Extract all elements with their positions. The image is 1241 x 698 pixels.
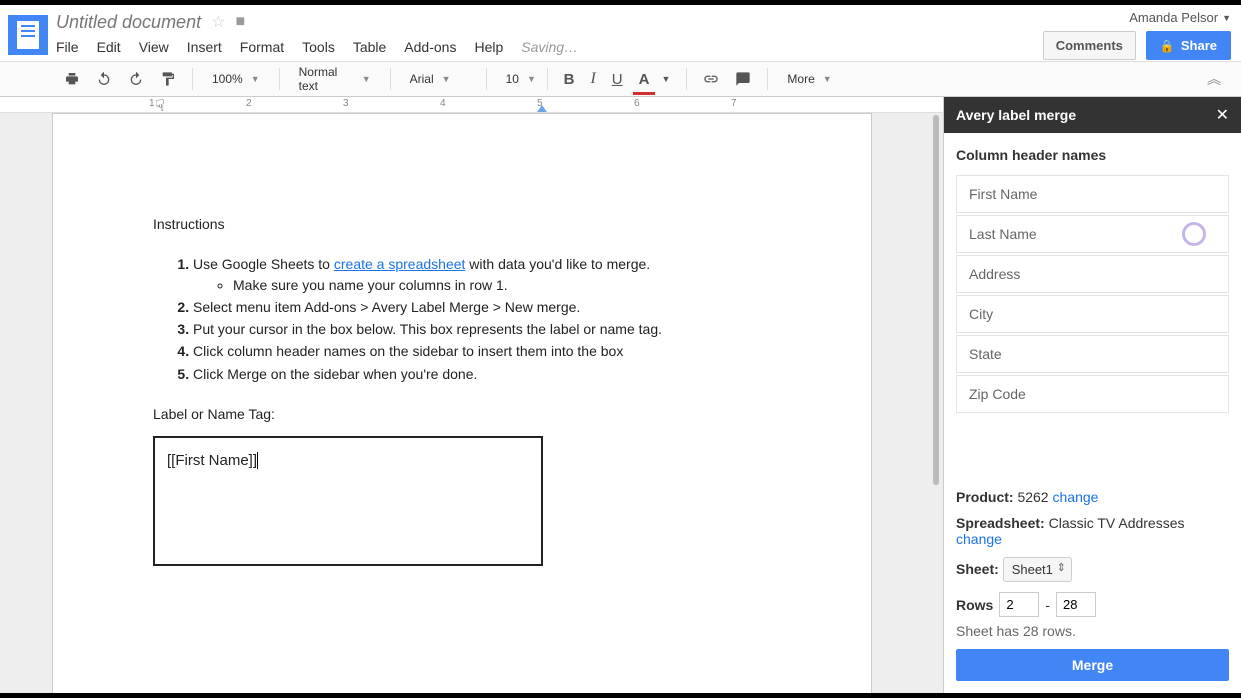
save-status: Saving… [521, 39, 578, 55]
font-dropdown[interactable]: Arial▼ [401, 67, 476, 91]
user-menu[interactable]: Amanda Pelsor ▼ [1129, 10, 1231, 25]
lock-icon: 🔒 [1160, 39, 1175, 53]
menu-table[interactable]: Table [353, 39, 386, 55]
sidebar-header: Avery label merge ✕ [944, 97, 1241, 133]
sidebar-title: Avery label merge [956, 107, 1076, 123]
column-item-firstname[interactable]: First Name [956, 175, 1229, 213]
sheet-label: Sheet: [956, 561, 999, 577]
label-box-caption: Label or Name Tag: [153, 404, 771, 424]
indent-marker-icon[interactable] [537, 105, 547, 112]
document-page[interactable]: Instructions Use Google Sheets to create… [52, 113, 872, 693]
rowcount-text: Sheet has 28 rows. [956, 623, 1229, 639]
document-area: 1 2 3 4 5 6 7 Instructions Use Google Sh… [0, 97, 943, 693]
user-name-label: Amanda Pelsor [1129, 10, 1218, 25]
toolbar: 100%▼ Normal text▼ Arial▼ 10▼ B I U A ▼ … [0, 61, 1241, 97]
print-icon[interactable] [58, 67, 86, 91]
more-dropdown[interactable]: More▼ [778, 67, 840, 91]
ruler-tick: 2 [246, 98, 343, 109]
product-label: Product: [956, 489, 1014, 505]
menu-tools[interactable]: Tools [302, 39, 335, 55]
product-value: 5262 [1017, 489, 1048, 505]
sidebar-footer: Product: 5262 change Spreadsheet: Classi… [944, 479, 1241, 693]
italic-button[interactable]: I [584, 66, 601, 92]
redo-icon[interactable] [122, 67, 150, 91]
docs-logo[interactable] [8, 15, 48, 55]
label-content: [[First Name]] [167, 452, 257, 469]
instruction-step: Put your cursor in the box below. This b… [193, 319, 771, 339]
underline-button[interactable]: U [606, 67, 629, 92]
menubar: File Edit View Insert Format Tools Table… [56, 33, 1043, 59]
create-spreadsheet-link[interactable]: create a spreadsheet [334, 256, 466, 272]
rows-from-input[interactable] [999, 592, 1039, 617]
document-title[interactable]: Untitled document [56, 12, 201, 33]
app-header: Untitled document ☆ ■ File Edit View Ins… [0, 5, 1241, 61]
link-icon[interactable] [697, 67, 725, 91]
spreadsheet-change-link[interactable]: change [956, 531, 1002, 547]
column-item-lastname[interactable]: Last Name [956, 215, 1229, 253]
menu-edit[interactable]: Edit [97, 39, 121, 55]
ruler-tick: 4 [440, 98, 537, 109]
bold-button[interactable]: B [558, 67, 581, 92]
scrollbar[interactable] [933, 115, 939, 485]
share-label: Share [1181, 38, 1217, 53]
ruler-tick: 7 [731, 98, 828, 109]
ruler-tick: 3 [343, 98, 440, 109]
menu-format[interactable]: Format [240, 39, 284, 55]
menu-view[interactable]: View [139, 39, 169, 55]
instructions-heading: Instructions [153, 214, 771, 234]
text-color-button[interactable]: A [633, 67, 656, 92]
column-item-state[interactable]: State [956, 335, 1229, 373]
merge-button[interactable]: Merge [956, 649, 1229, 681]
text-color-caret[interactable]: ▼ [655, 70, 676, 88]
rows-dash: - [1045, 597, 1050, 613]
instruction-step: Select menu item Add-ons > Avery Label M… [193, 297, 771, 317]
comment-icon[interactable] [729, 67, 757, 91]
instruction-step: Click Merge on the sidebar when you're d… [193, 364, 771, 384]
close-icon[interactable]: ✕ [1216, 105, 1229, 125]
menu-addons[interactable]: Add-ons [404, 39, 456, 55]
collapse-toolbar-icon[interactable]: ︽ [1207, 69, 1221, 89]
instruction-substep: Make sure you name your columns in row 1… [233, 275, 771, 295]
menu-help[interactable]: Help [474, 39, 503, 55]
instruction-step: Use Google Sheets to create a spreadshee… [193, 254, 771, 295]
spreadsheet-label: Spreadsheet: [956, 515, 1045, 531]
rows-to-input[interactable] [1056, 592, 1096, 617]
folder-icon[interactable]: ■ [235, 13, 245, 31]
ruler-tick: 1 [149, 98, 246, 109]
rows-label: Rows [956, 597, 993, 613]
paint-format-icon[interactable] [154, 67, 182, 91]
column-item-zipcode[interactable]: Zip Code [956, 375, 1229, 413]
label-box[interactable]: [[First Name]] [153, 436, 543, 566]
instruction-step: Click column header names on the sidebar… [193, 341, 771, 361]
sheet-select[interactable]: Sheet1 [1003, 557, 1072, 582]
menu-file[interactable]: File [56, 39, 79, 55]
undo-icon[interactable] [90, 67, 118, 91]
spreadsheet-value: Classic TV Addresses [1049, 515, 1185, 531]
menu-insert[interactable]: Insert [187, 39, 222, 55]
ruler-tick: 6 [634, 98, 731, 109]
chevron-down-icon: ▼ [1222, 13, 1231, 23]
column-headers-title: Column header names [956, 147, 1229, 163]
star-icon[interactable]: ☆ [211, 12, 225, 32]
style-dropdown[interactable]: Normal text▼ [290, 60, 380, 98]
zoom-dropdown[interactable]: 100%▼ [203, 67, 269, 91]
addon-sidebar: Avery label merge ✕ Column header names … [943, 97, 1241, 693]
ruler[interactable]: 1 2 3 4 5 6 7 [0, 97, 943, 113]
fontsize-dropdown[interactable]: 10▼ [497, 67, 537, 91]
ruler-tick: 5 [537, 98, 634, 109]
product-change-link[interactable]: change [1053, 489, 1099, 505]
comments-button[interactable]: Comments [1043, 31, 1136, 60]
column-item-address[interactable]: Address [956, 255, 1229, 293]
column-item-city[interactable]: City [956, 295, 1229, 333]
share-button[interactable]: 🔒 Share [1146, 31, 1231, 60]
